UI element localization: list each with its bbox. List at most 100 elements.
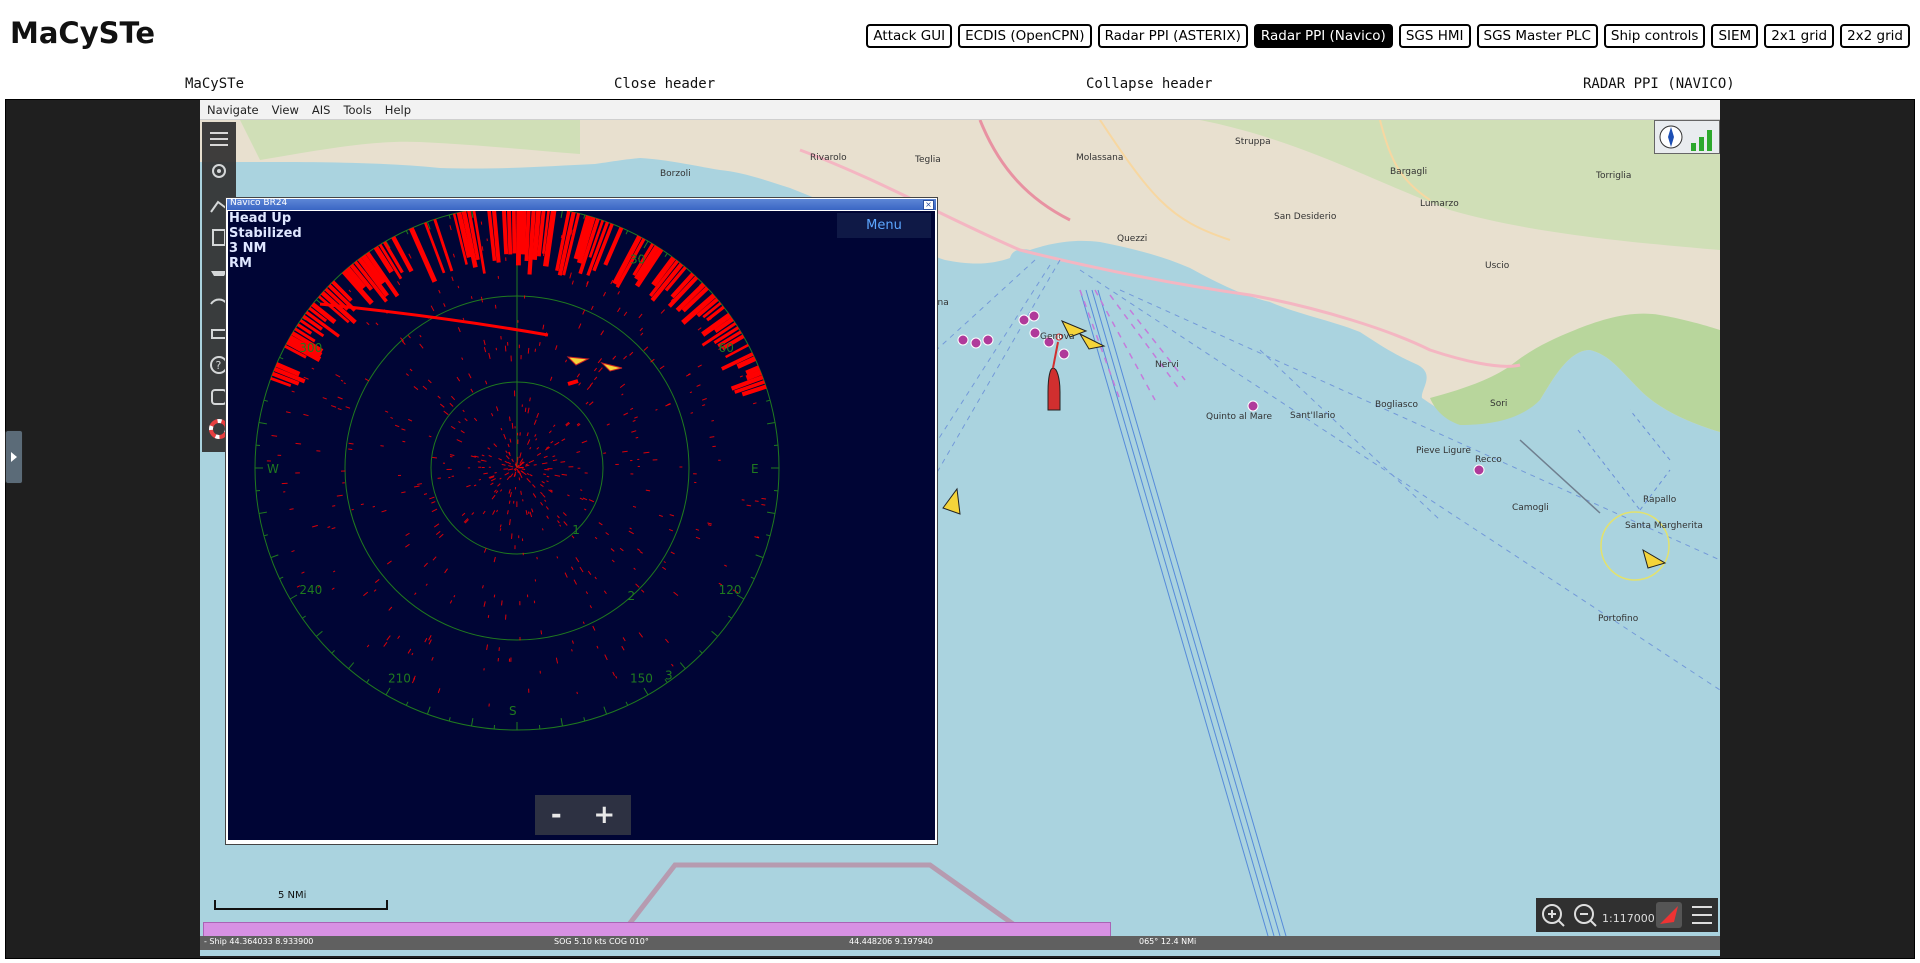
sea-clutter: [501, 463, 506, 466]
opencpn-menubar: Navigate View AIS Tools Help: [200, 100, 1720, 120]
sea-clutter: [373, 589, 377, 592]
radar-zoom-in-button[interactable]: +: [593, 800, 615, 830]
sea-clutter: [504, 472, 510, 476]
menu-tools[interactable]: Tools: [343, 103, 371, 117]
sea-clutter: [405, 373, 409, 377]
map-label-portofino: Portofino: [1598, 614, 1639, 624]
sea-clutter: [291, 390, 295, 393]
sea-clutter: [495, 490, 499, 494]
menu-view[interactable]: View: [272, 103, 299, 117]
sea-clutter: [542, 324, 545, 330]
menu-help[interactable]: Help: [385, 103, 411, 117]
sea-clutter: [470, 296, 473, 300]
sea-clutter: [527, 511, 530, 515]
sea-clutter: [483, 472, 488, 475]
sea-clutter: [285, 411, 291, 414]
sea-clutter: [456, 439, 463, 443]
sea-clutter: [542, 250, 545, 256]
sea-clutter: [590, 305, 594, 311]
sea-clutter: [380, 445, 384, 447]
radar-ppi-display[interactable]: 30 60 E 120 150 S 210 240 W 300 1 2 3 Head Up Stabil…: [228, 211, 935, 840]
sea-clutter: [493, 489, 497, 493]
svg-text:?: ?: [216, 359, 222, 372]
sea-clutter: [450, 425, 456, 430]
sea-clutter: [635, 436, 639, 439]
nav-ecdis-button[interactable]: ECDIS (OpenCPN): [958, 24, 1092, 48]
sea-clutter: [554, 441, 560, 446]
radar-zoom-out-button[interactable]: -: [551, 800, 562, 830]
sea-clutter: [508, 500, 511, 504]
sea-clutter: [332, 505, 336, 507]
collapse-header-link[interactable]: Collapse header: [1086, 76, 1212, 92]
sea-clutter: [695, 528, 700, 531]
nav-siem-button[interactable]: SIEM: [1711, 24, 1759, 48]
map-label-rivarolo: Rivarolo: [810, 153, 847, 163]
chart-quilt-bar[interactable]: [203, 922, 1111, 937]
sea-clutter: [508, 489, 511, 494]
radar-menu-button[interactable]: Menu: [837, 213, 931, 238]
nav-sgs-master-plc-button[interactable]: SGS Master PLC: [1476, 24, 1598, 48]
sea-clutter: [612, 671, 616, 676]
nav-sgs-hmi-button[interactable]: SGS HMI: [1398, 24, 1471, 48]
sea-clutter: [473, 417, 478, 422]
sea-clutter: [538, 342, 541, 346]
zoom-out-icon[interactable]: [1574, 904, 1597, 927]
sea-clutter: [701, 398, 707, 401]
radar-window: Navico BR24 × 30 60 E 120 150 S 210 240 W 300 1 2 3 …: [225, 197, 938, 845]
sea-clutter: [582, 621, 585, 624]
compass-status-widget[interactable]: [1654, 120, 1720, 154]
sea-clutter: [511, 458, 514, 462]
sea-clutter: [619, 547, 624, 552]
sea-clutter: [571, 649, 573, 652]
settings-gear-icon[interactable]: [208, 160, 230, 182]
bearing-tick: [603, 706, 608, 715]
map-label-santa-margherita: Santa Margherita: [1625, 521, 1703, 531]
land-echo: [511, 211, 517, 254]
map-label-bargagli: Bargagli: [1390, 167, 1427, 177]
bearing-tick: [448, 717, 451, 722]
ship-follow-icon[interactable]: [1656, 902, 1682, 928]
hamburger-menu-icon[interactable]: [208, 128, 230, 150]
options-menu-icon[interactable]: [1692, 906, 1712, 924]
sea-clutter: [449, 402, 454, 407]
sea-clutter: [372, 505, 376, 508]
radar-window-title: Navico BR24: [230, 198, 288, 208]
nav-attack-gui-button[interactable]: Attack GUI: [866, 24, 953, 48]
sea-clutter: [593, 376, 598, 381]
menu-ais[interactable]: AIS: [312, 103, 331, 117]
bearing-label: S: [509, 704, 517, 718]
sea-clutter: [419, 343, 424, 349]
sea-clutter: [401, 340, 406, 345]
side-panel-toggle[interactable]: [5, 430, 23, 484]
sea-clutter: [540, 630, 543, 635]
nav-2x1-grid-button[interactable]: 2x1 grid: [1764, 24, 1835, 48]
bearing-tick: [263, 399, 268, 402]
sea-clutter: [695, 536, 701, 540]
ring-label: 2: [628, 589, 636, 603]
sea-clutter: [623, 355, 627, 360]
sea-clutter: [619, 383, 626, 389]
bearing-label: E: [751, 462, 759, 476]
sea-clutter: [643, 451, 650, 454]
zoom-in-icon[interactable]: [1542, 904, 1565, 927]
nav-2x2-grid-button[interactable]: 2x2 grid: [1840, 24, 1910, 48]
close-icon[interactable]: ×: [923, 200, 934, 210]
sea-clutter: [617, 307, 621, 313]
nav-radar-asterix-button[interactable]: Radar PPI (ASTERIX): [1097, 24, 1248, 48]
radar-ppi-canvas: 30 60 E 120 150 S 210 240 W 300 1 2 3: [254, 211, 780, 731]
sea-clutter: [527, 407, 530, 414]
sea-clutter: [506, 510, 509, 515]
radar-titlebar[interactable]: Navico BR24 ×: [227, 198, 936, 210]
nav-ship-controls-button[interactable]: Ship controls: [1603, 24, 1706, 48]
sea-clutter: [508, 465, 514, 468]
sea-clutter: [588, 401, 594, 406]
nav-radar-navico-button[interactable]: Radar PPI (Navico): [1253, 24, 1393, 48]
sea-clutter: [634, 416, 638, 419]
sea-clutter: [497, 483, 501, 487]
menu-navigate[interactable]: Navigate: [207, 103, 259, 117]
sea-clutter: [562, 512, 567, 516]
sea-clutter: [561, 473, 568, 476]
close-header-link[interactable]: Close header: [614, 76, 715, 92]
sea-clutter: [578, 323, 582, 329]
sea-clutter: [589, 605, 592, 609]
